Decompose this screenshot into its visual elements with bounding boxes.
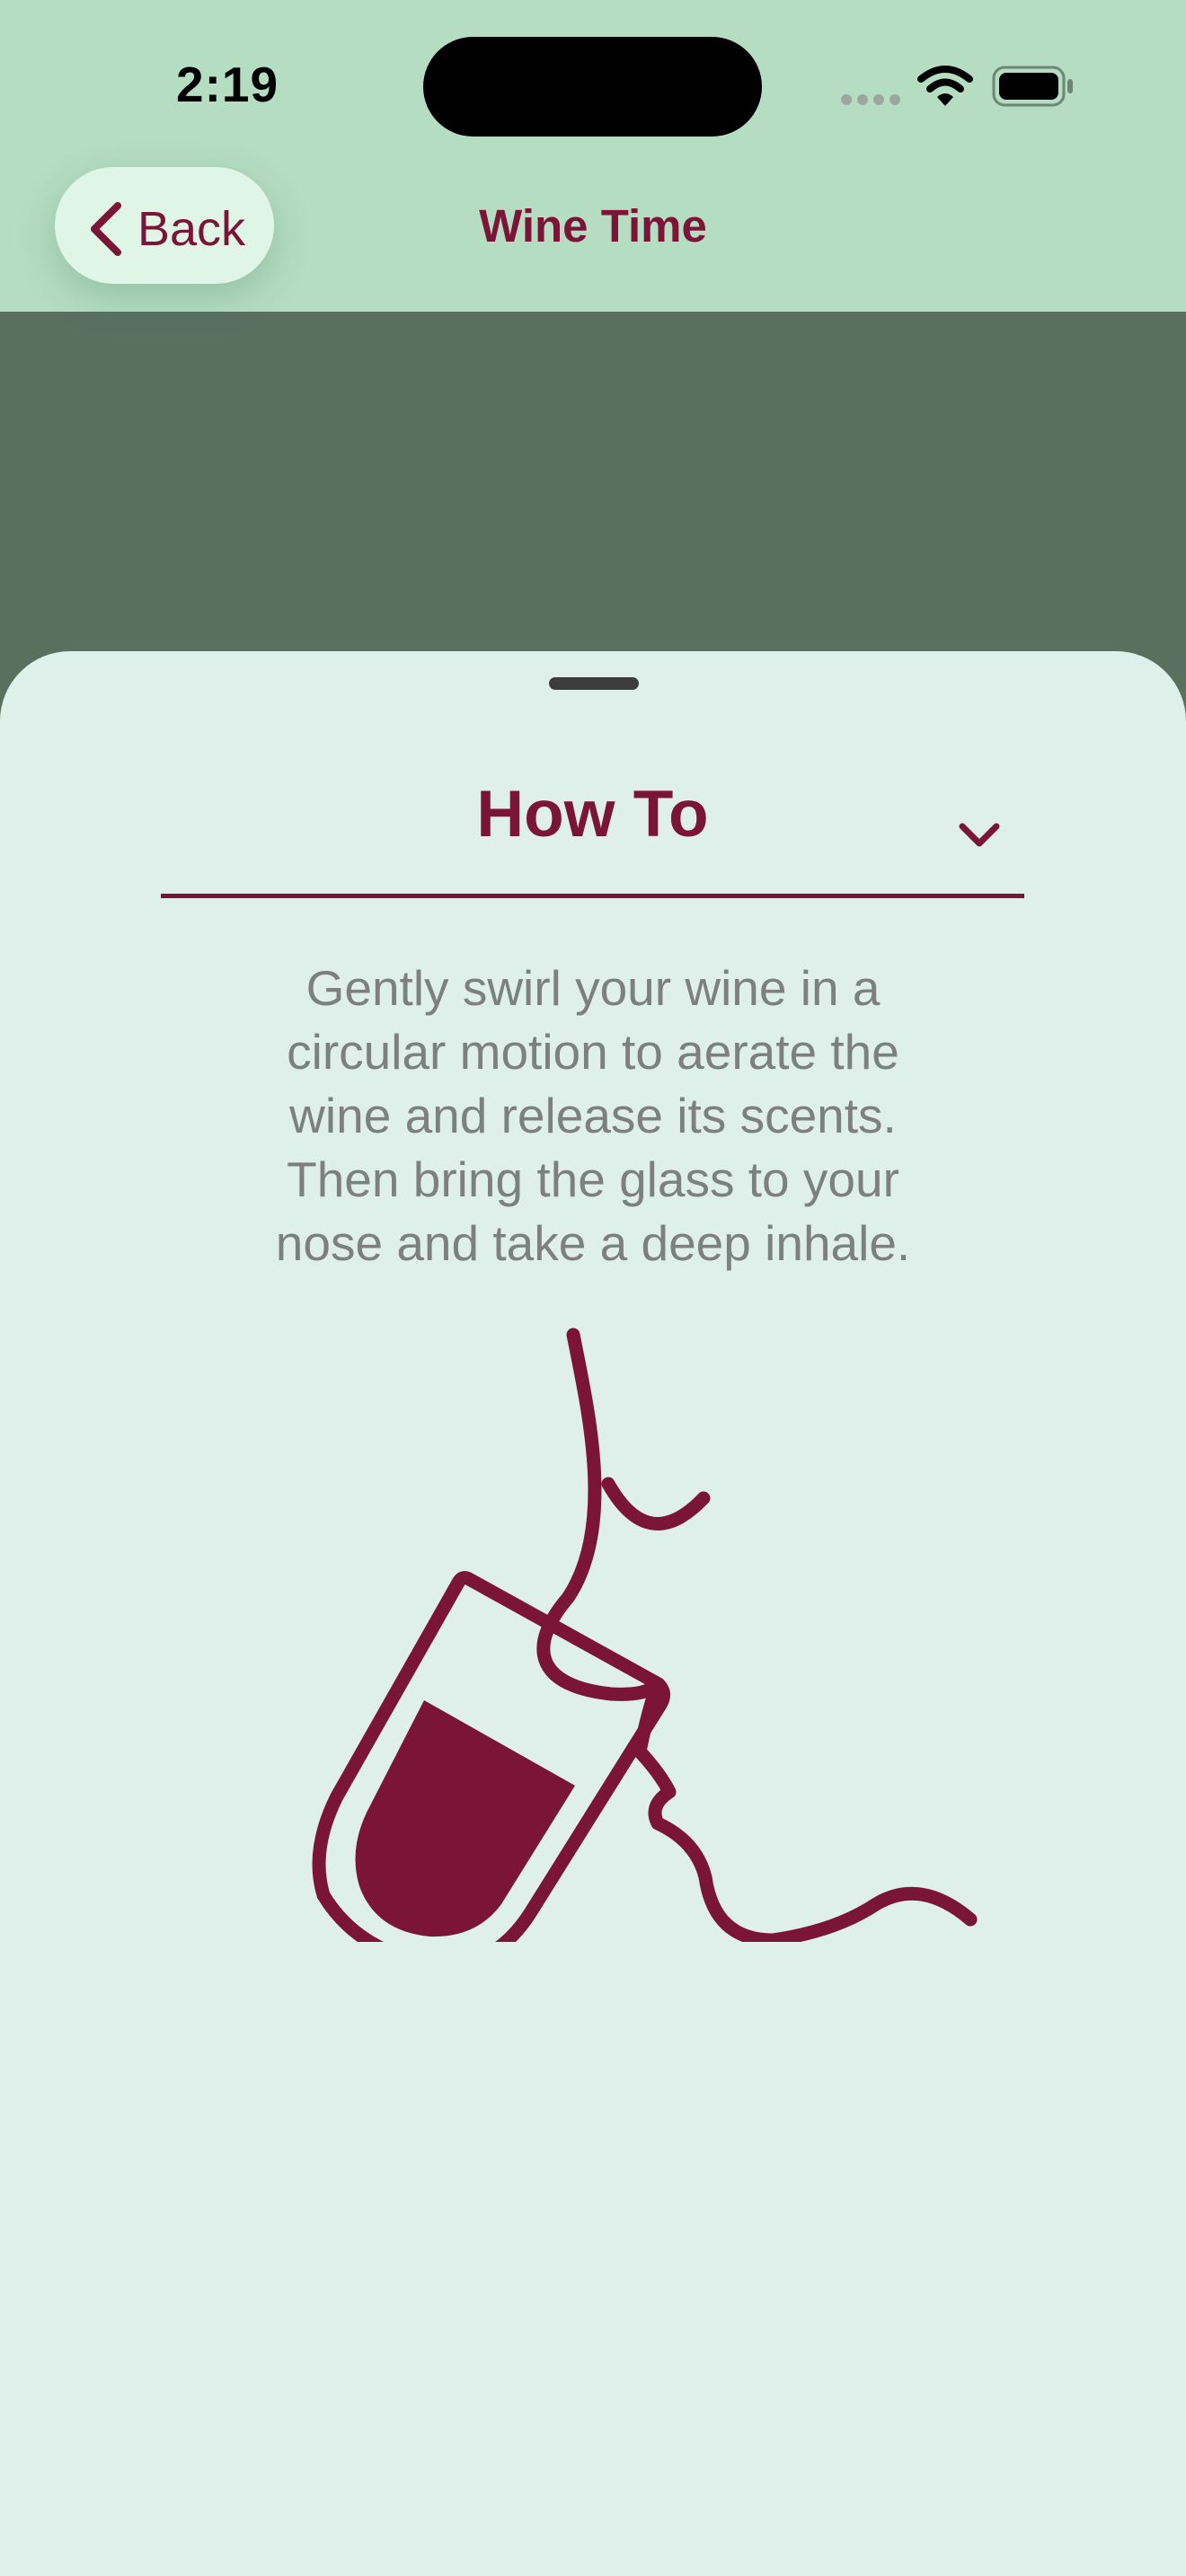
wifi-icon [917, 66, 973, 106]
section-dropdown[interactable]: How To [161, 777, 1024, 898]
chevron-down-icon [959, 823, 1000, 847]
dynamic-island [423, 37, 762, 137]
status-time: 2:19 [176, 57, 279, 112]
navigation-header: 2:19 Back Wine Time [0, 0, 1186, 312]
page-title: Wine Time [479, 200, 707, 251]
wine-swirl-illustration [312, 1328, 978, 1942]
battery-icon [992, 66, 1073, 107]
section-title: How To [476, 778, 709, 851]
bottom-sheet: How To Gently swirl your wine in a circu… [0, 651, 1186, 2576]
sheet-grabber[interactable] [549, 677, 639, 690]
cellular-signal-icon [841, 94, 900, 105]
instruction-text: Gently swirl your wine in a circular mot… [275, 960, 911, 1271]
